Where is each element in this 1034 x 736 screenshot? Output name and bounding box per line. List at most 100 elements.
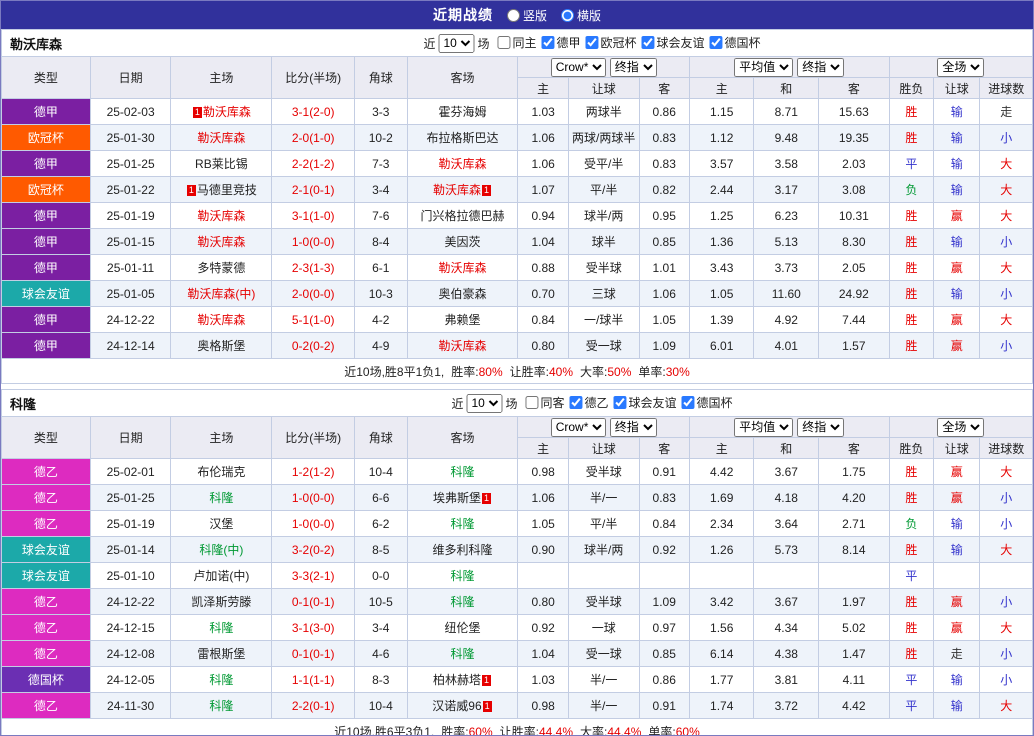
away-team-cell[interactable]: 弗赖堡 <box>407 307 518 333</box>
avg-away: 2.71 <box>819 511 890 537</box>
home-team-cell[interactable]: 科隆 <box>171 485 272 511</box>
away-team-cell[interactable]: 科隆 <box>407 511 518 537</box>
score-cell[interactable]: 0-1(0-1) <box>272 641 355 667</box>
home-team-cell[interactable]: 科隆(中) <box>171 537 272 563</box>
filter-checkbox-同客[interactable]: 同客 <box>525 394 564 411</box>
checkbox-input[interactable] <box>497 36 510 49</box>
filter-checkbox-同主[interactable]: 同主 <box>497 34 536 51</box>
score-cell[interactable]: 1-1(1-1) <box>272 667 355 693</box>
home-team-cell[interactable]: 科隆 <box>171 615 272 641</box>
score-cell[interactable]: 2-2(1-2) <box>272 151 355 177</box>
odds-company-select[interactable]: Crow* <box>551 58 606 77</box>
score-cell[interactable]: 0-2(0-2) <box>272 333 355 359</box>
away-team-cell[interactable]: 奥伯豪森 <box>407 281 518 307</box>
layout-option-vertical[interactable]: 竖版 <box>507 7 547 24</box>
score-cell[interactable]: 0-1(0-1) <box>272 589 355 615</box>
away-team-cell[interactable]: 勒沃库森 <box>407 255 518 281</box>
topbar: 近期战绩 竖版 横版 <box>1 1 1033 29</box>
checkbox-input[interactable] <box>541 36 554 49</box>
away-team-cell[interactable]: 科隆 <box>407 641 518 667</box>
score-cell[interactable]: 1-0(0-0) <box>272 229 355 255</box>
filter-checkbox-德甲[interactable]: 德甲 <box>541 34 580 51</box>
match-scope-select[interactable]: 全场 <box>937 58 984 77</box>
checkbox-input[interactable] <box>586 36 599 49</box>
team-title[interactable]: 科隆 <box>10 394 36 413</box>
home-team-cell[interactable]: 科隆 <box>171 693 272 719</box>
home-team-cell[interactable]: 雷根斯堡 <box>171 641 272 667</box>
score-cell[interactable]: 3-2(0-2) <box>272 537 355 563</box>
away-team-cell[interactable]: 勒沃库森 <box>407 151 518 177</box>
away-team-cell[interactable]: 维多利科隆 <box>407 537 518 563</box>
away-team-cell[interactable]: 科隆 <box>407 459 518 485</box>
team-name: 勒沃库森 <box>438 261 486 275</box>
score-cell[interactable]: 2-3(1-3) <box>272 255 355 281</box>
score-cell[interactable]: 3-1(3-0) <box>272 615 355 641</box>
odds-company-select[interactable]: Crow* <box>551 418 606 437</box>
avg-stage-select[interactable]: 终指 <box>797 418 844 437</box>
home-team-cell[interactable]: 勒沃库森(中) <box>171 281 272 307</box>
filter-checkbox-球会友谊[interactable]: 球会友谊 <box>614 394 677 411</box>
checkbox-input[interactable] <box>525 396 538 409</box>
home-team-cell[interactable]: 1马德里竞技 <box>171 177 272 203</box>
score-cell[interactable]: 2-1(0-1) <box>272 177 355 203</box>
away-team-cell[interactable]: 勒沃库森1 <box>407 177 518 203</box>
away-team-cell[interactable]: 霍芬海姆 <box>407 99 518 125</box>
team-title[interactable]: 勒沃库森 <box>10 34 62 53</box>
home-team-cell[interactable]: 凯泽斯劳滕 <box>171 589 272 615</box>
away-team-cell[interactable]: 科隆 <box>407 589 518 615</box>
home-team-cell[interactable]: 勒沃库森 <box>171 229 272 255</box>
score-cell[interactable]: 2-0(1-0) <box>272 125 355 151</box>
away-team-cell[interactable]: 布拉格斯巴达 <box>407 125 518 151</box>
checkbox-input[interactable] <box>682 396 695 409</box>
radio-horizontal-input[interactable] <box>561 9 574 22</box>
home-team-cell[interactable]: 汉堡 <box>171 511 272 537</box>
filter-checkbox-德国杯[interactable]: 德国杯 <box>710 34 761 51</box>
home-team-cell[interactable]: RB莱比锡 <box>171 151 272 177</box>
checkbox-input[interactable] <box>642 36 655 49</box>
score-cell[interactable]: 3-3(2-1) <box>272 563 355 589</box>
away-team-cell[interactable]: 门兴格拉德巴赫 <box>407 203 518 229</box>
score-cell[interactable]: 3-1(1-0) <box>272 203 355 229</box>
home-team-cell[interactable]: 多特蒙德 <box>171 255 272 281</box>
match-scope-select[interactable]: 全场 <box>937 418 984 437</box>
score-cell[interactable]: 2-2(0-1) <box>272 693 355 719</box>
checkbox-input[interactable] <box>710 36 723 49</box>
away-team-cell[interactable]: 纽伦堡 <box>407 615 518 641</box>
score-cell[interactable]: 1-0(0-0) <box>272 511 355 537</box>
home-team-cell[interactable]: 布伦瑞克 <box>171 459 272 485</box>
score-cell[interactable]: 1-2(1-2) <box>272 459 355 485</box>
avg-type-select[interactable]: 平均值 <box>734 58 793 77</box>
home-team-cell[interactable]: 卢加诺(中) <box>171 563 272 589</box>
corner-cell: 6-1 <box>355 255 407 281</box>
home-team-cell[interactable]: 奥格斯堡 <box>171 333 272 359</box>
away-team-cell[interactable]: 勒沃库森 <box>407 333 518 359</box>
filter-checkbox-欧冠杯[interactable]: 欧冠杯 <box>586 34 637 51</box>
score-cell[interactable]: 3-1(2-0) <box>272 99 355 125</box>
odds-stage-select[interactable]: 终指 <box>610 58 657 77</box>
home-team-cell[interactable]: 勒沃库森 <box>171 125 272 151</box>
avg-type-select[interactable]: 平均值 <box>734 418 793 437</box>
home-team-cell[interactable]: 勒沃库森 <box>171 203 272 229</box>
odds-stage-select[interactable]: 终指 <box>610 418 657 437</box>
checkbox-input[interactable] <box>570 396 583 409</box>
away-team-cell[interactable]: 柏林赫塔1 <box>407 667 518 693</box>
recent-count-select[interactable]: 10 <box>466 394 502 413</box>
layout-option-horizontal[interactable]: 横版 <box>561 7 601 24</box>
recent-count-select[interactable]: 10 <box>438 34 474 53</box>
away-team-cell[interactable]: 埃弗斯堡1 <box>407 485 518 511</box>
radio-vertical-input[interactable] <box>507 9 520 22</box>
home-team-cell[interactable]: 1勒沃库森 <box>171 99 272 125</box>
score-cell[interactable]: 5-1(1-0) <box>272 307 355 333</box>
filter-checkbox-球会友谊[interactable]: 球会友谊 <box>642 34 705 51</box>
away-team-cell[interactable]: 美因茨 <box>407 229 518 255</box>
filter-checkbox-德乙[interactable]: 德乙 <box>570 394 609 411</box>
checkbox-input[interactable] <box>614 396 627 409</box>
home-team-cell[interactable]: 科隆 <box>171 667 272 693</box>
filter-checkbox-德国杯[interactable]: 德国杯 <box>682 394 733 411</box>
avg-stage-select[interactable]: 终指 <box>797 58 844 77</box>
score-cell[interactable]: 1-0(0-0) <box>272 485 355 511</box>
away-team-cell[interactable]: 科隆 <box>407 563 518 589</box>
home-team-cell[interactable]: 勒沃库森 <box>171 307 272 333</box>
score-cell[interactable]: 2-0(0-0) <box>272 281 355 307</box>
away-team-cell[interactable]: 汉诺威961 <box>407 693 518 719</box>
